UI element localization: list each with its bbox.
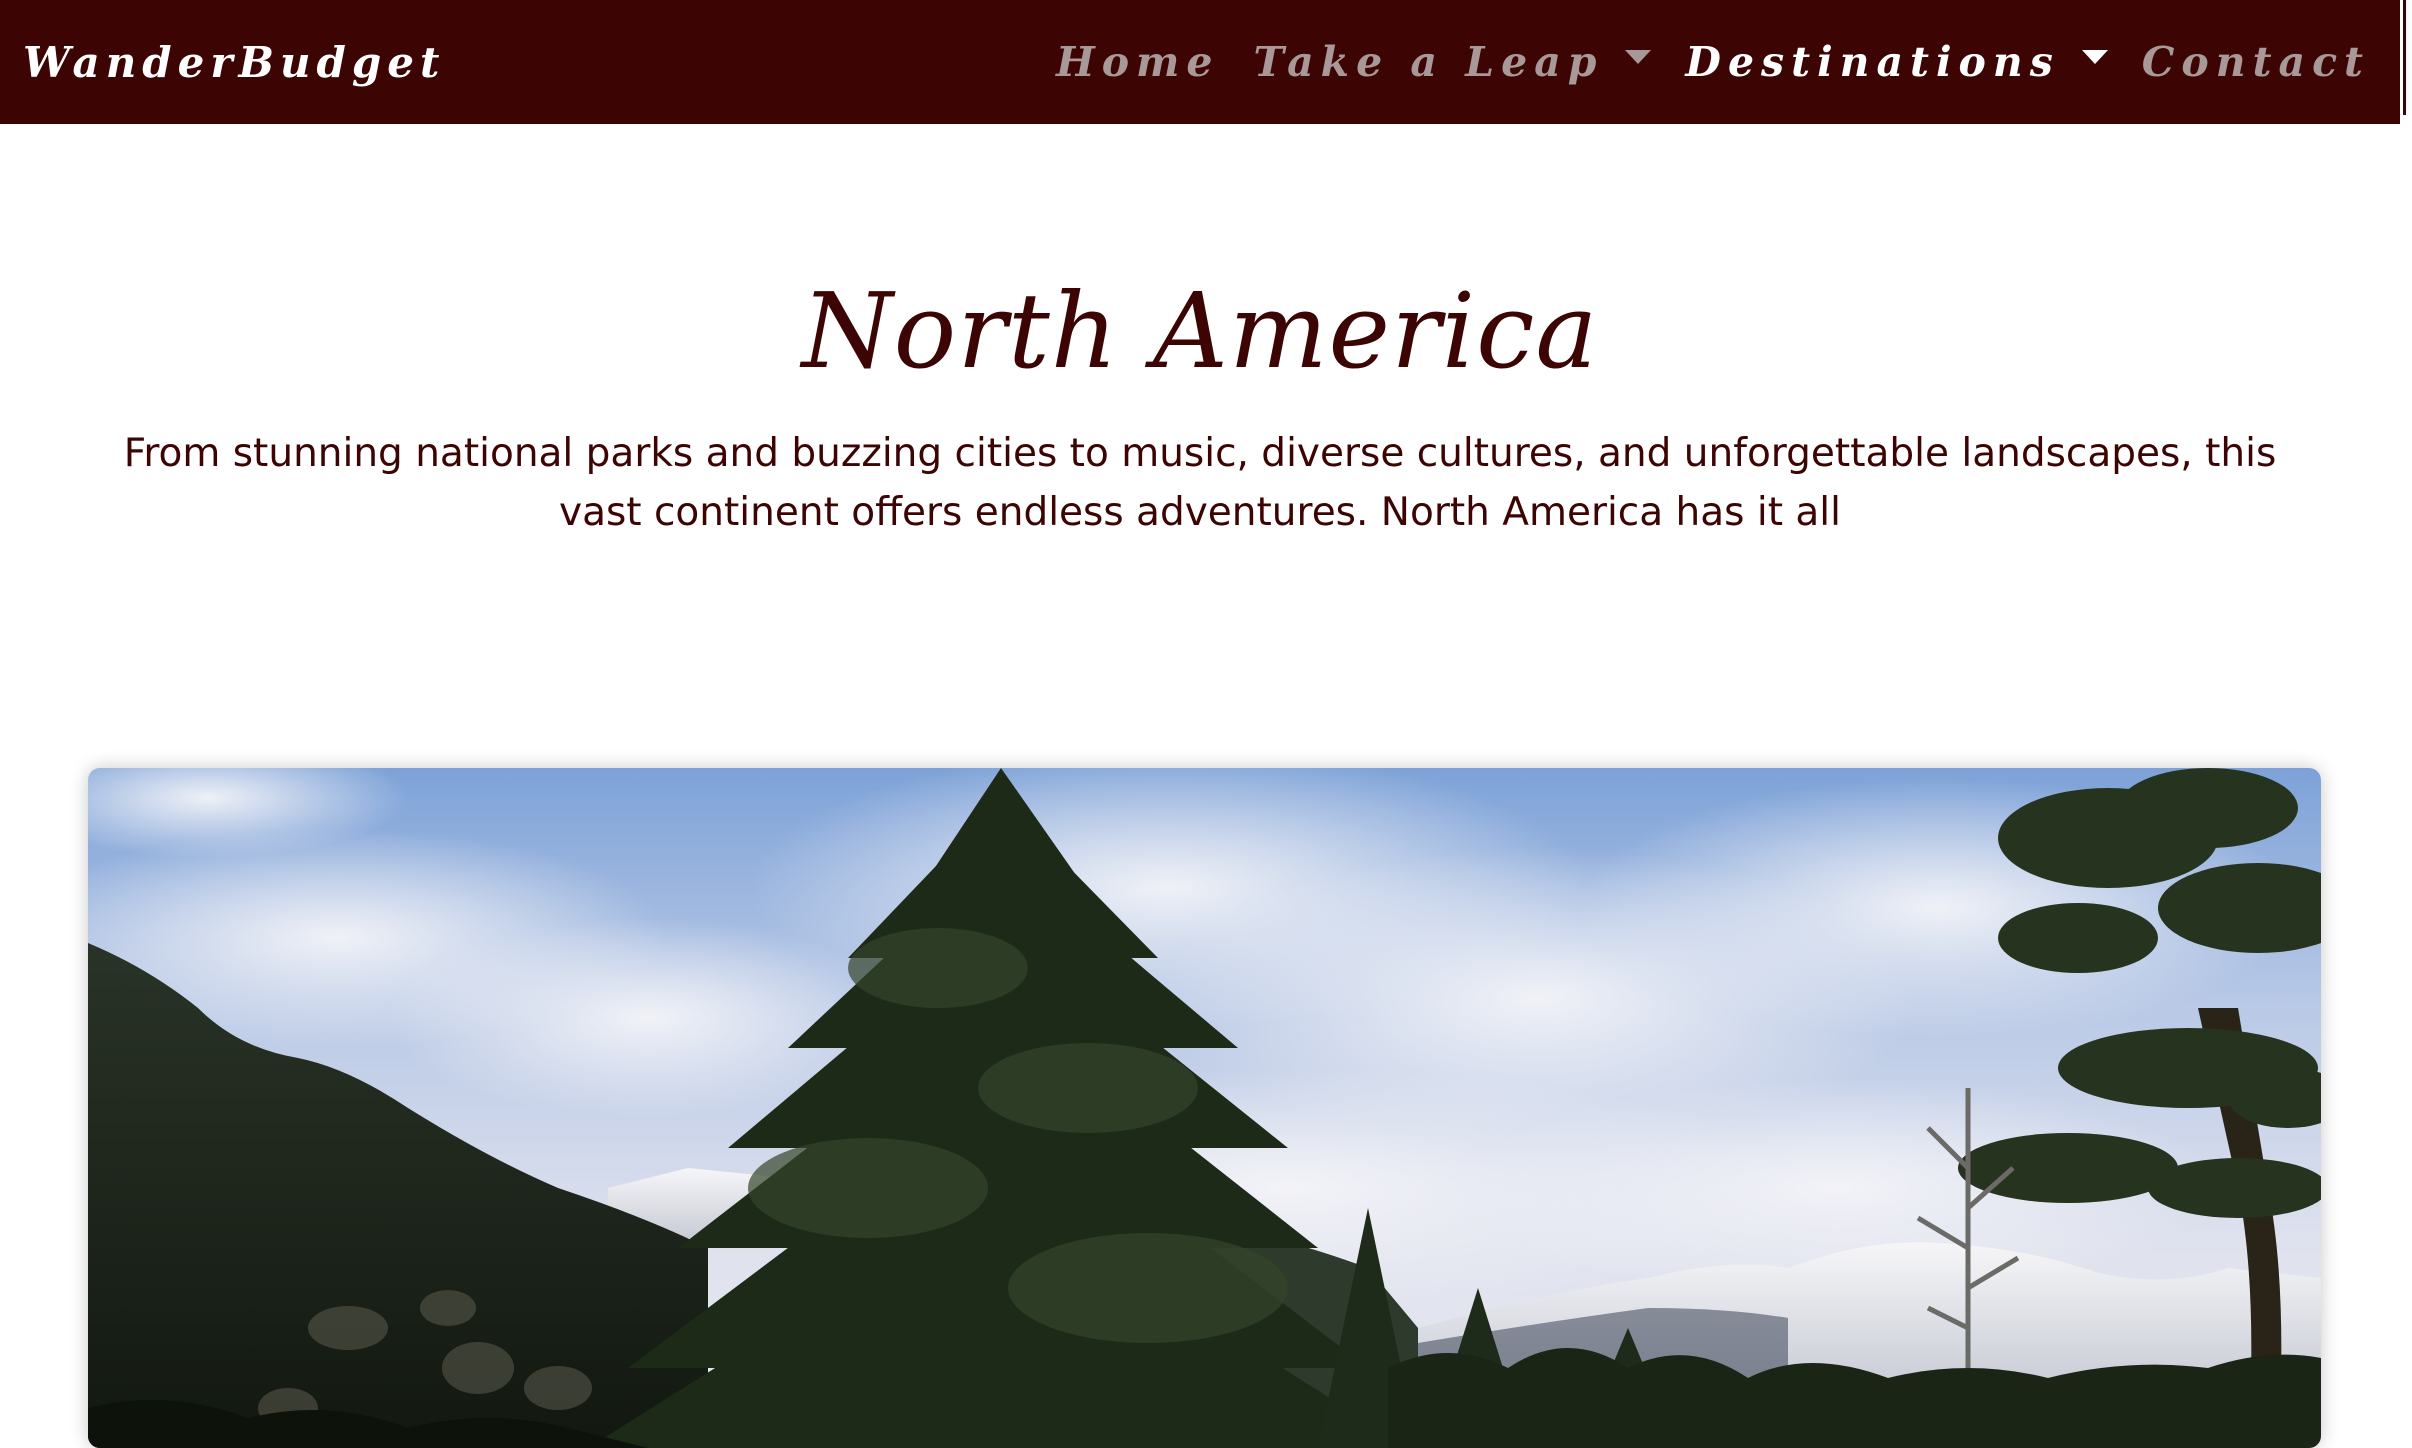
landscape-photo-image xyxy=(88,768,2321,1448)
scrollbar-thumb[interactable] xyxy=(2403,0,2406,115)
nav-dropdown-take-a-leap-label: Take a Leap xyxy=(1253,38,1604,86)
caret-down-icon xyxy=(2081,50,2108,64)
brand-logo[interactable]: WanderBudget xyxy=(23,38,445,87)
page-title: North America xyxy=(801,270,1599,392)
nav-link-contact-label: Contact xyxy=(2141,38,2370,86)
page-description: From stunning national parks and buzzing… xyxy=(123,431,2277,535)
nav-links: Home Take a Leap Destinations Contact xyxy=(1056,0,2370,124)
top-navbar: WanderBudget Home Take a Leap Destinatio… xyxy=(0,0,2400,124)
nav-dropdown-take-a-leap[interactable]: Take a Leap xyxy=(1254,38,1652,86)
nav-link-contact[interactable]: Contact xyxy=(2142,38,2370,86)
nav-link-home[interactable]: Home xyxy=(1056,38,1220,86)
nav-link-home-label: Home xyxy=(1055,38,1220,86)
hero-photo xyxy=(88,768,2321,1448)
page-scrollbar[interactable] xyxy=(2400,0,2412,1418)
caret-down-icon xyxy=(1625,50,1652,64)
nav-dropdown-destinations-label: Destinations xyxy=(1685,38,2060,86)
nav-dropdown-destinations[interactable]: Destinations xyxy=(1685,38,2108,86)
